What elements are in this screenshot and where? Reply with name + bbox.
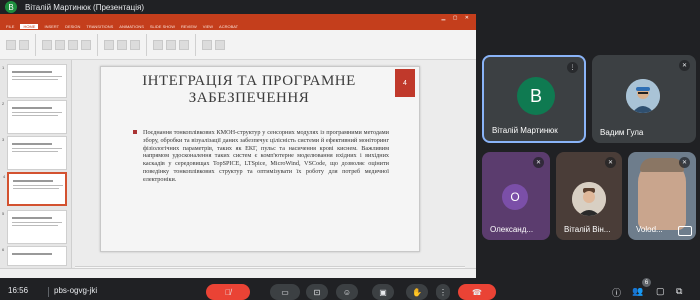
chat-icon[interactable]: ▢ (656, 286, 665, 297)
pin-icon[interactable] (678, 226, 692, 236)
participant-tile[interactable]: ✕ Volod... (628, 152, 696, 240)
shapes-icon[interactable] (153, 39, 163, 50)
participant-avatar-photo (572, 182, 606, 216)
mic-off-icon: ✕ (605, 157, 616, 168)
ppt-ribbon-tabs: FILE HOME INSERT DESIGN TRANSITIONS ANIM… (0, 23, 476, 30)
more-dots-icon[interactable]: ⋮ (567, 62, 578, 73)
ppt-tab-transitions[interactable]: TRANSITIONS (86, 24, 113, 29)
thumb-number: 4 (3, 174, 6, 179)
shared-screen: ▁ ▢ ✕ FILE HOME INSERT DESIGN TRANSITION… (0, 14, 476, 278)
clock: 16:56 (8, 286, 29, 295)
present-button[interactable]: ▣ (372, 284, 394, 300)
underline-icon[interactable] (68, 39, 78, 50)
meeting-code: pbs-ogvg-jki (54, 286, 98, 295)
participant-name: Олександ... (490, 225, 534, 234)
new-slide-icon[interactable] (19, 39, 29, 50)
window-controls: ▁ ▢ ✕ (441, 15, 472, 21)
quick-styles-icon[interactable] (179, 39, 189, 50)
slide-title: ІНТЕГРАЦІЯ ТА ПРОГРАМНЕ ЗАБЕЗПЕЧЕННЯ (142, 73, 356, 106)
mic-off-icon: ✕ (533, 157, 544, 168)
bold-icon[interactable] (42, 39, 52, 50)
ppt-workspace: 1 2 3 4 5 6 ІНТЕГРАЦІЯ ТА ПРОГРАМНЕ ЗАБЕ… (0, 60, 476, 278)
participant-tile[interactable]: ✕ Віталій Він... (556, 152, 622, 240)
slide-number: 4 (395, 69, 415, 97)
people-icon[interactable]: 👥 (632, 286, 643, 297)
slide-thumbnail[interactable]: 2 (2, 100, 67, 134)
participant-count-badge: 6 (642, 278, 651, 287)
participant-name: Вадим Гула (600, 128, 644, 137)
participant-tile[interactable]: В ⋮ Віталій Мартинюк (482, 55, 586, 143)
participant-avatar: О (502, 184, 528, 210)
raise-hand-button[interactable]: ✋ (406, 284, 428, 300)
thumb-number: 1 (2, 65, 5, 70)
arrange-icon[interactable] (166, 39, 176, 50)
captions-button[interactable]: ⊡ (306, 284, 328, 300)
paste-icon[interactable] (6, 39, 16, 50)
columns-icon[interactable] (130, 39, 140, 50)
participant-name: Віталій Він... (564, 225, 611, 234)
presenter-avatar: B (5, 1, 17, 13)
ppt-tab-design[interactable]: DESIGN (65, 24, 80, 29)
slide-thumbnails: 1 2 3 4 5 6 (0, 60, 72, 270)
bar-divider (48, 287, 49, 297)
ppt-ribbon (0, 30, 476, 60)
ppt-tab-animations[interactable]: ANIMATIONS (119, 24, 144, 29)
slide-thumbnail-selected[interactable]: 4 (3, 172, 67, 206)
bullet-icon (133, 130, 137, 134)
mic-toggle-button[interactable]: 🎙̸ (206, 284, 250, 300)
ribbon-divider (195, 33, 196, 56)
ppt-titlebar: ▁ ▢ ✕ (0, 14, 476, 23)
participant-video-hair (640, 158, 684, 172)
ppt-statusbar (0, 268, 476, 278)
more-options-button[interactable]: ⋮ (436, 284, 450, 300)
info-icon[interactable]: ⓘ (612, 286, 621, 299)
ppt-tab-slideshow[interactable]: SLIDE SHOW (150, 24, 175, 29)
meet-window: B Віталій Мартинюк (Презентація) ▁ ▢ ✕ F… (0, 0, 700, 300)
thumb-number: 2 (2, 101, 5, 106)
presenter-bar: B Віталій Мартинюк (Презентація) (0, 0, 700, 14)
thumb-number: 5 (2, 211, 5, 216)
ribbon-divider (35, 33, 36, 56)
slide-thumbnail[interactable]: 6 (2, 246, 67, 266)
current-slide[interactable]: ІНТЕГРАЦІЯ ТА ПРОГРАМНЕ ЗАБЕЗПЕЧЕННЯ 4 П… (100, 66, 420, 252)
leave-call-button[interactable]: ☎ (458, 284, 496, 300)
bullets-icon[interactable] (104, 39, 114, 50)
ribbon-divider (97, 33, 98, 56)
slide-bullet-text: Поєднання тонкоплівкових КМОН-структур у… (133, 129, 389, 184)
ribbon-divider (146, 33, 147, 56)
italic-icon[interactable] (55, 39, 65, 50)
participant-avatar: В (517, 77, 555, 115)
ppt-tab-insert[interactable]: INSERT (44, 24, 59, 29)
thumb-number: 6 (2, 247, 5, 252)
ppt-tab-review[interactable]: REVIEW (181, 24, 197, 29)
ppt-tab-acrobat[interactable]: ACROBAT (219, 24, 238, 29)
participant-tile[interactable]: ✕ Вадим Гула (592, 55, 696, 143)
find-icon[interactable] (202, 39, 212, 50)
activities-icon[interactable]: ⧉ (676, 286, 682, 297)
ppt-tab-view[interactable]: VIEW (203, 24, 213, 29)
participant-name: Volod... (636, 225, 663, 234)
align-icon[interactable] (117, 39, 127, 50)
slide-thumbnail[interactable]: 1 (2, 64, 67, 98)
replace-icon[interactable] (215, 39, 225, 50)
thumb-number: 3 (2, 137, 5, 142)
bullet-body: Поєднання тонкоплівкових КМОН-структур у… (143, 129, 389, 183)
participant-tile[interactable]: О ✕ Олександ... (482, 152, 550, 240)
slide-thumbnail[interactable]: 3 (2, 136, 67, 170)
ppt-tab-home[interactable]: HOME (20, 24, 39, 29)
participant-avatar-photo (626, 79, 660, 113)
slide-thumbnail[interactable]: 5 (2, 210, 67, 244)
mic-off-icon: ✕ (679, 60, 690, 71)
mic-off-icon: ✕ (679, 157, 690, 168)
emoji-button[interactable]: ☺ (336, 284, 358, 300)
ppt-tab-file[interactable]: FILE (6, 24, 14, 29)
camera-toggle-button[interactable]: ▭ (270, 284, 300, 300)
participant-name: Віталій Мартинюк (492, 126, 558, 135)
presenter-label: Віталій Мартинюк (Презентація) (25, 2, 144, 12)
meeting-controls-bar: 16:56 pbs-ogvg-jki 🎙̸ ▭ ⊡ ☺ ▣ ✋ ⋮ ☎ ⓘ 👥 … (0, 278, 700, 300)
font-color-icon[interactable] (81, 39, 91, 50)
